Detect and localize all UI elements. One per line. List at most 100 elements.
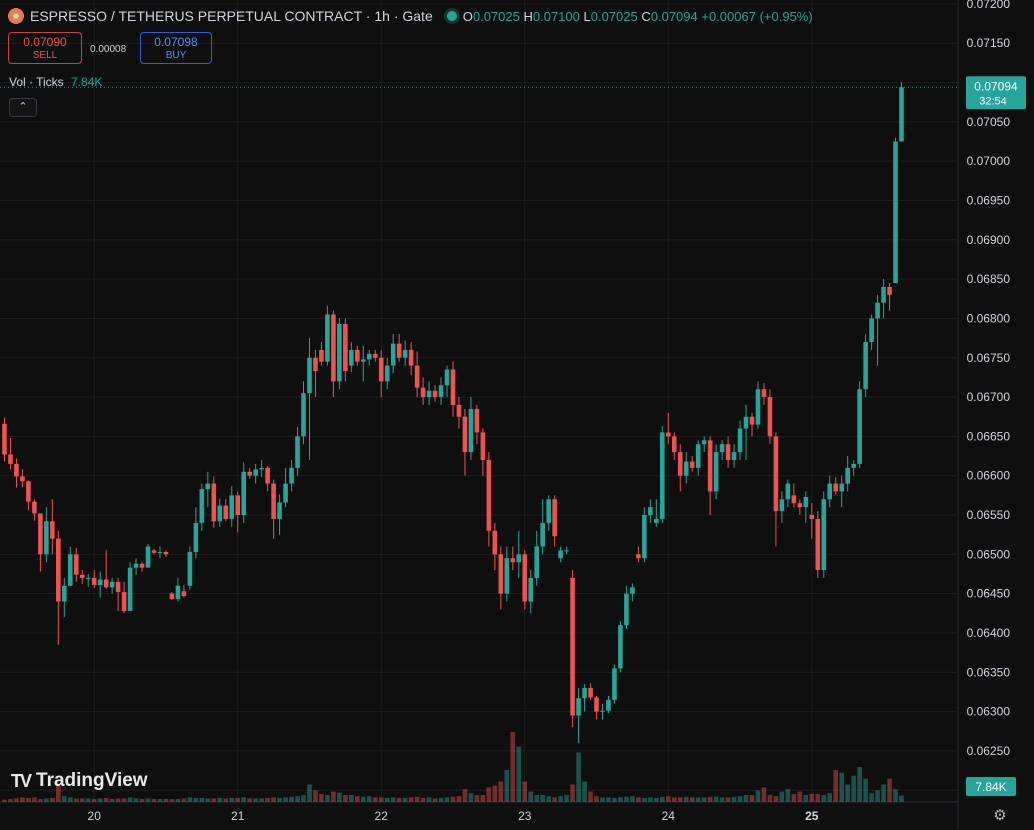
volume-bar [247,798,252,802]
candle-body [803,496,809,508]
volume-bar [857,767,862,802]
symbol-title[interactable]: ESPRESSO / TETHERUS PERPETUAL CONTRACT ·… [30,8,433,24]
volume-bar [707,796,713,802]
time-tick-label: 20 [88,809,102,823]
volume-bar [755,790,761,802]
candle-body [67,554,73,586]
candle-body [127,567,133,611]
volume-bar [295,796,300,802]
volume-bar [181,798,187,802]
collapse-legend-button[interactable]: ⌃ [9,98,37,117]
volume-bar [426,797,432,802]
spread-value: 0.00008 [90,44,127,55]
candle-body [337,323,342,382]
volume-bar [779,791,785,802]
candle-body [558,550,563,559]
volume-bar [253,798,258,802]
candle-body [163,551,169,555]
volume-bar [325,795,330,802]
price-tick-label: 0.06700 [967,390,1011,404]
price-tick-label: 0.06350 [967,665,1011,679]
candle-body [408,349,414,366]
candle-body [14,463,19,477]
candle-body [235,495,241,516]
candle-body [319,349,324,362]
candle-body [612,668,617,700]
candle-body [540,522,545,547]
volume-bar [211,798,217,802]
candle-body [193,522,199,552]
volume-bar [378,797,384,802]
candle-body [474,408,480,433]
candle-body [271,483,276,519]
price-tick-label: 0.06250 [967,744,1011,758]
volume-bar [737,796,743,802]
volume-bar [845,784,850,802]
volume-bar [671,797,677,802]
candle-body [307,357,312,394]
candle-body [636,554,641,559]
volume-bar [2,799,7,802]
volume-bar [97,798,103,802]
volume-bar [44,798,49,802]
candlestick-chart[interactable]: 0.07200 0.07150 0.07100 0.07050 0.07000 0.069… [0,0,1034,830]
sell-button[interactable]: 0.07090 SELL [8,32,82,64]
candle-body [797,503,803,508]
candle-body [875,302,880,319]
candle-body [755,389,761,425]
candle-body [839,483,844,492]
volume-bar [797,791,803,802]
volume-bar [307,784,312,802]
volume-bar [851,775,856,802]
volume-bar [444,797,450,802]
candle-body [737,428,743,453]
candle-body [695,444,701,468]
candle-body [44,521,49,555]
settings-gear-icon[interactable]: ⚙ [991,807,1009,825]
candle-body [426,390,432,398]
time-tick-label: 21 [231,809,245,823]
candle-body [863,342,868,390]
volume-bar [193,797,199,802]
candle-body [689,461,695,468]
candle-body [151,550,157,553]
volume-bar [731,796,737,802]
volume-bar [701,797,707,802]
volume-bar [50,797,55,802]
candle-body [438,385,444,398]
volume-legend[interactable]: Vol · Ticks 7.84K [9,75,102,89]
candle-body [498,554,504,594]
volume-bar [899,795,904,802]
volume-bar [803,795,809,802]
chart-header: ESPRESSO / TETHERUS PERPETUAL CONTRACT ·… [8,6,813,26]
volume-bar [289,796,294,802]
volume-bar [145,798,151,802]
candle-body [707,440,713,492]
tradingview-logo[interactable]: TV TradingView [11,770,148,792]
chart-background [0,0,1034,830]
volume-bar [456,796,462,802]
volume-bar [660,796,665,802]
price-axis[interactable]: 0.072000.071500.071000.070500.070000.069… [967,0,1011,797]
high-value: 0.07100 [532,8,580,24]
volume-bar [480,795,486,802]
candle-body [600,710,605,712]
buy-button[interactable]: 0.07098 BUY [140,32,212,64]
candle-body [361,359,366,362]
volume-bar [366,796,372,802]
volume-bar [761,787,767,802]
candle-body [528,577,534,602]
candle-body [50,521,55,539]
price-tick-label: 0.06500 [967,547,1011,561]
candle-body [259,467,264,470]
volume-bar [420,797,426,802]
price-tick-label: 0.06550 [967,508,1011,522]
volume-bar [313,790,318,802]
candle-body [845,467,850,484]
volume-bar [612,797,617,802]
volume-bar [576,752,581,802]
candle-body [815,518,821,571]
candle-body [8,454,13,464]
candle-body [731,452,737,460]
volume-bar [199,797,205,802]
